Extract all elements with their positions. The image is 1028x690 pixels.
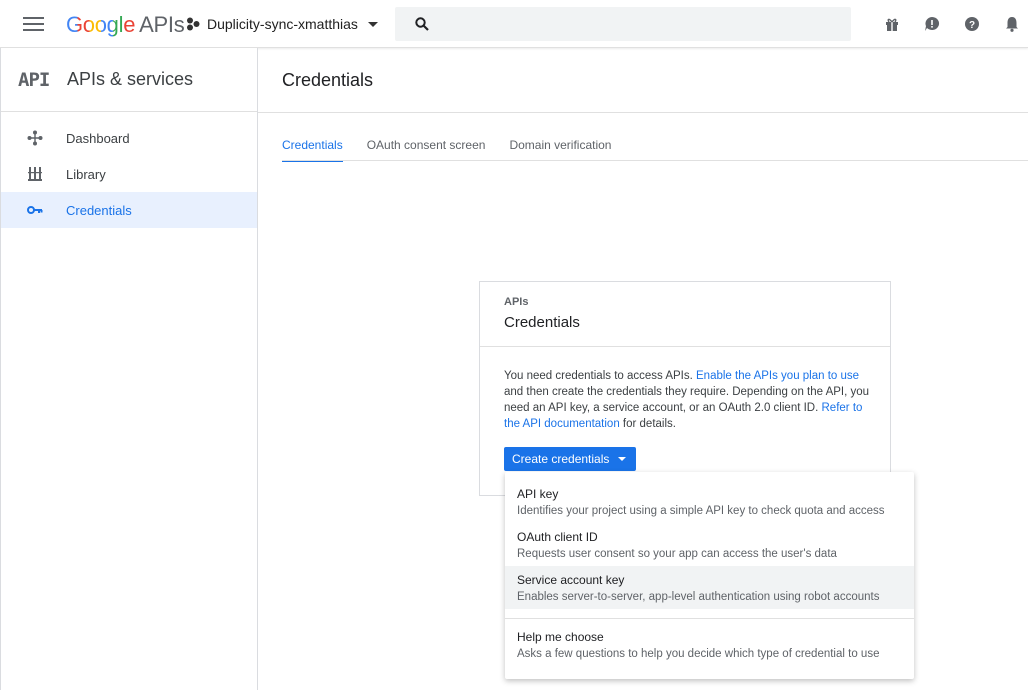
search-bar[interactable] bbox=[395, 7, 851, 41]
card-text: and then create the credentials they req… bbox=[504, 386, 870, 414]
notifications-icon[interactable] bbox=[992, 14, 1028, 34]
credentials-card: APIs Credentials You need credentials to… bbox=[479, 281, 891, 496]
menu-item-title: Help me choose bbox=[517, 630, 604, 644]
search-input[interactable] bbox=[439, 7, 839, 41]
menu-item-description: Enables server-to-server, app-level auth… bbox=[517, 591, 880, 603]
menu-item-title: Service account key bbox=[517, 573, 625, 587]
create-credentials-button[interactable]: Create credentials bbox=[504, 447, 636, 471]
google-apis-logo[interactable]: Google APIs bbox=[66, 12, 185, 38]
google-wordmark: Google bbox=[66, 12, 136, 37]
search-icon bbox=[415, 17, 429, 31]
menu-item-description: Asks a few questions to help you decide … bbox=[517, 648, 880, 660]
create-credentials-menu: API key Identifies your project using a … bbox=[505, 472, 914, 679]
help-icon[interactable]: ? bbox=[952, 14, 992, 34]
project-name: Duplicity-sync-xmatthias bbox=[207, 16, 358, 32]
apis-wordmark: APIs bbox=[139, 12, 185, 37]
chevron-down-icon bbox=[367, 21, 378, 27]
tab-domain-verification[interactable]: Domain verification bbox=[509, 132, 611, 162]
sidebar-header: API APIs & services bbox=[1, 48, 257, 112]
header-divider bbox=[258, 112, 1028, 113]
menu-item-oauth-client-id[interactable]: OAuth client ID Requests user consent so… bbox=[505, 523, 914, 566]
menu-divider bbox=[505, 618, 914, 619]
top-app-bar: Google APIs Duplicity-sync-xmatthias ? bbox=[0, 0, 1028, 48]
sidebar: API APIs & services Dashboard Library Cr… bbox=[0, 48, 258, 690]
menu-item-title: API key bbox=[517, 487, 559, 501]
main-menu-icon[interactable] bbox=[23, 17, 44, 31]
feedback-icon[interactable] bbox=[912, 14, 952, 34]
enable-apis-link[interactable]: Enable the APIs you plan to use bbox=[696, 370, 859, 382]
sidebar-item-library[interactable]: Library bbox=[1, 156, 257, 192]
menu-item-help-me-choose[interactable]: Help me choose Asks a few questions to h… bbox=[505, 623, 914, 666]
sidebar-nav: Dashboard Library Credentials bbox=[1, 120, 257, 228]
card-text: You need credentials to access APIs. bbox=[504, 370, 697, 382]
sidebar-title: APIs & services bbox=[67, 69, 194, 89]
svg-text:?: ? bbox=[969, 20, 975, 31]
menu-item-description: Requests user consent so your app can ac… bbox=[517, 548, 837, 560]
page-title: Credentials bbox=[282, 70, 374, 90]
card-description: You need credentials to access APIs. Ena… bbox=[504, 368, 872, 432]
card-title: Credentials bbox=[504, 314, 580, 331]
key-icon bbox=[23, 205, 47, 215]
library-icon bbox=[23, 167, 47, 181]
menu-item-description: Identifies your project using a simple A… bbox=[517, 505, 885, 517]
sidebar-item-dashboard[interactable]: Dashboard bbox=[1, 120, 257, 156]
menu-item-api-key[interactable]: API key Identifies your project using a … bbox=[505, 480, 914, 523]
gift-icon[interactable] bbox=[872, 14, 912, 34]
sidebar-item-credentials[interactable]: Credentials bbox=[1, 192, 257, 228]
chevron-down-icon bbox=[618, 457, 627, 461]
create-credentials-label: Create credentials bbox=[512, 452, 610, 466]
card-divider bbox=[480, 346, 890, 347]
card-text: for details. bbox=[619, 418, 676, 430]
tab-bar: Credentials OAuth consent screen Domain … bbox=[282, 132, 635, 162]
dashboard-icon bbox=[23, 130, 47, 146]
project-icon bbox=[187, 17, 200, 31]
tab-credentials[interactable]: Credentials bbox=[282, 132, 343, 162]
sidebar-item-label: Credentials bbox=[66, 202, 132, 218]
card-eyebrow: APIs bbox=[504, 296, 529, 308]
menu-item-title: OAuth client ID bbox=[517, 530, 598, 544]
project-selector[interactable]: Duplicity-sync-xmatthias bbox=[186, 16, 378, 32]
tabs-divider bbox=[282, 160, 1028, 161]
tab-oauth-consent-screen[interactable]: OAuth consent screen bbox=[367, 132, 486, 162]
sidebar-item-label: Dashboard bbox=[66, 130, 130, 146]
api-logo-icon: API bbox=[18, 68, 50, 91]
sidebar-item-label: Library bbox=[66, 166, 106, 182]
menu-item-service-account-key[interactable]: Service account key Enables server-to-se… bbox=[505, 566, 914, 609]
